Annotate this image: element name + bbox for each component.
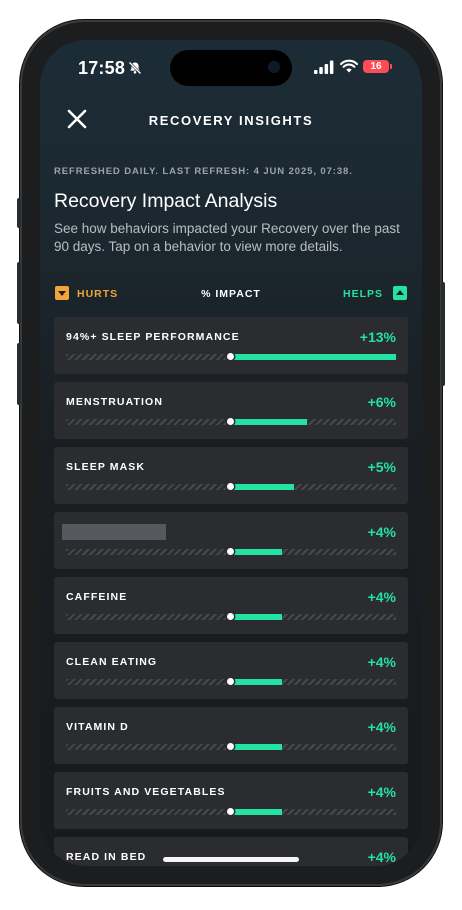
behavior-card[interactable]: CAFFEINE +4% xyxy=(54,577,408,634)
section-description: See how behaviors impacted your Recovery… xyxy=(54,221,400,254)
impact-bar-fill xyxy=(231,809,282,815)
behavior-label: READ IN BED xyxy=(66,851,147,863)
behavior-card[interactable]: 94%+ SLEEP PERFORMANCE +13% xyxy=(54,317,408,374)
behavior-impact: +4% xyxy=(367,849,396,865)
home-indicator[interactable] xyxy=(163,857,299,862)
behavior-card[interactable]: MENSTRUATION +6% xyxy=(54,382,408,439)
impact-bar-fill xyxy=(231,484,294,490)
cellular-signal-icon xyxy=(314,60,334,74)
impact-bar-track xyxy=(66,548,396,555)
header: RECOVERY INSIGHTS xyxy=(40,100,422,140)
behavior-impact: +4% xyxy=(367,654,396,670)
status-time: 17:58 xyxy=(78,58,126,78)
impact-bar-center-dot xyxy=(227,418,234,425)
refresh-info: REFRESHED DAILY. LAST REFRESH: 4 JUN 202… xyxy=(54,166,353,177)
behavior-label: MENSTRUATION xyxy=(66,396,163,408)
impact-bar-center-dot xyxy=(227,353,234,360)
screen: 17:58 16 RECOVERY INSIGHTS REFRESHED DAI… xyxy=(40,40,422,866)
bell-slash-icon xyxy=(128,61,142,75)
behavior-card[interactable]: VITAMIN D +4% xyxy=(54,707,408,764)
behavior-label: CAFFEINE xyxy=(66,591,128,603)
behavior-label: FRUITS AND VEGETABLES xyxy=(66,786,226,798)
impact-bar-track xyxy=(66,808,396,815)
impact-bar-fill xyxy=(231,549,282,555)
impact-bar-fill xyxy=(231,419,307,425)
impact-bar-center-dot xyxy=(227,483,234,490)
impact-bar-track xyxy=(66,418,396,425)
wifi-icon xyxy=(340,59,358,73)
impact-bar-fill xyxy=(231,679,282,685)
action-button xyxy=(17,198,21,228)
behavior-impact: +5% xyxy=(367,459,396,475)
behavior-card[interactable]: +4% xyxy=(54,512,408,569)
volume-up-button xyxy=(17,262,21,324)
impact-bar-center-dot xyxy=(227,548,234,555)
behavior-card[interactable]: SLEEP MASK +5% xyxy=(54,447,408,504)
front-camera xyxy=(268,61,280,73)
battery-indicator: 16 xyxy=(363,60,389,73)
impact-bar-track xyxy=(66,613,396,620)
impact-bar-track xyxy=(66,743,396,750)
battery-cap xyxy=(390,64,392,69)
behavior-impact: +4% xyxy=(367,719,396,735)
impact-bar-center-dot xyxy=(227,808,234,815)
impact-bar-center-dot xyxy=(227,613,234,620)
impact-bar-track xyxy=(66,678,396,685)
behavior-list: 94%+ SLEEP PERFORMANCE +13% MENSTRUATION… xyxy=(54,317,408,866)
redacted-label xyxy=(62,524,166,540)
behavior-label: CLEAN EATING xyxy=(66,656,158,668)
impact-bar-track xyxy=(66,353,396,360)
behavior-card[interactable]: FRUITS AND VEGETABLES +4% xyxy=(54,772,408,829)
impact-bar-track xyxy=(66,483,396,490)
helps-label[interactable]: HELPS xyxy=(343,288,383,300)
behavior-impact: +13% xyxy=(359,329,396,345)
impact-bar-fill xyxy=(231,614,282,620)
behavior-impact: +4% xyxy=(367,784,396,800)
section-heading: Recovery Impact Analysis xyxy=(54,190,278,212)
helps-sort-icon[interactable] xyxy=(393,286,407,300)
behavior-card[interactable]: CLEAN EATING +4% xyxy=(54,642,408,699)
impact-legend: HURTS % IMPACT HELPS xyxy=(40,280,422,306)
behavior-label: 94%+ SLEEP PERFORMANCE xyxy=(66,331,240,343)
behavior-label: SLEEP MASK xyxy=(66,461,146,473)
impact-bar-fill xyxy=(231,354,396,360)
status-bar: 17:58 16 xyxy=(40,40,422,96)
behavior-impact: +4% xyxy=(367,524,396,540)
impact-bar-center-dot xyxy=(227,678,234,685)
behavior-label: VITAMIN D xyxy=(66,721,129,733)
impact-bar-fill xyxy=(231,744,282,750)
volume-down-button xyxy=(17,343,21,405)
power-button xyxy=(441,282,445,386)
dynamic-island xyxy=(170,50,292,86)
behavior-impact: +6% xyxy=(367,394,396,410)
page-title: RECOVERY INSIGHTS xyxy=(148,113,314,128)
impact-bar-center-dot xyxy=(227,743,234,750)
behavior-impact: +4% xyxy=(367,589,396,605)
